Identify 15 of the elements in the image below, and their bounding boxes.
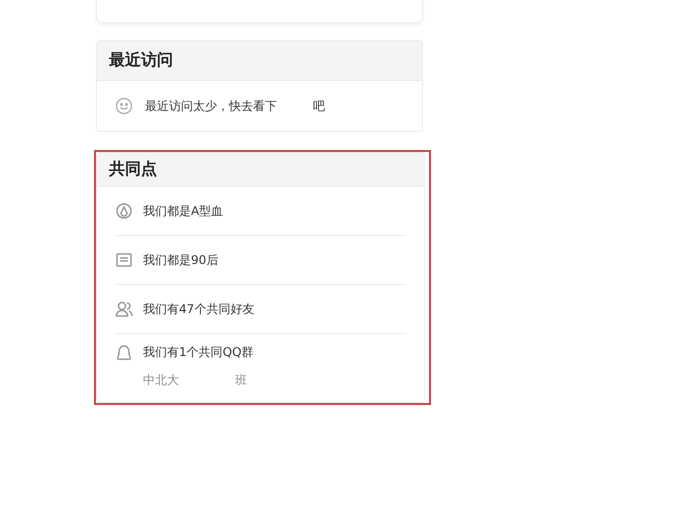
common-point-text: 我们有47个共同好友 [143,300,254,318]
people-icon [115,300,133,318]
common-point-text: 我们有1个共同QQ群 [143,344,254,361]
common-point-text: 我们都是A型血 [143,202,224,220]
penguin-icon [115,344,133,362]
group-name: 班 [235,372,247,388]
card-title: 最近访问 [97,41,422,81]
common-point-text: 我们都是90后 [143,252,218,268]
calendar-icon [115,251,133,269]
drop-icon [115,202,133,220]
group-name: 中北大 [143,372,179,388]
smiley-icon [115,97,133,115]
card-title: 共同点 [97,153,424,187]
empty-message-end: 吧 [313,98,325,114]
empty-message: 最近访问太少，快去看下 [145,98,277,114]
